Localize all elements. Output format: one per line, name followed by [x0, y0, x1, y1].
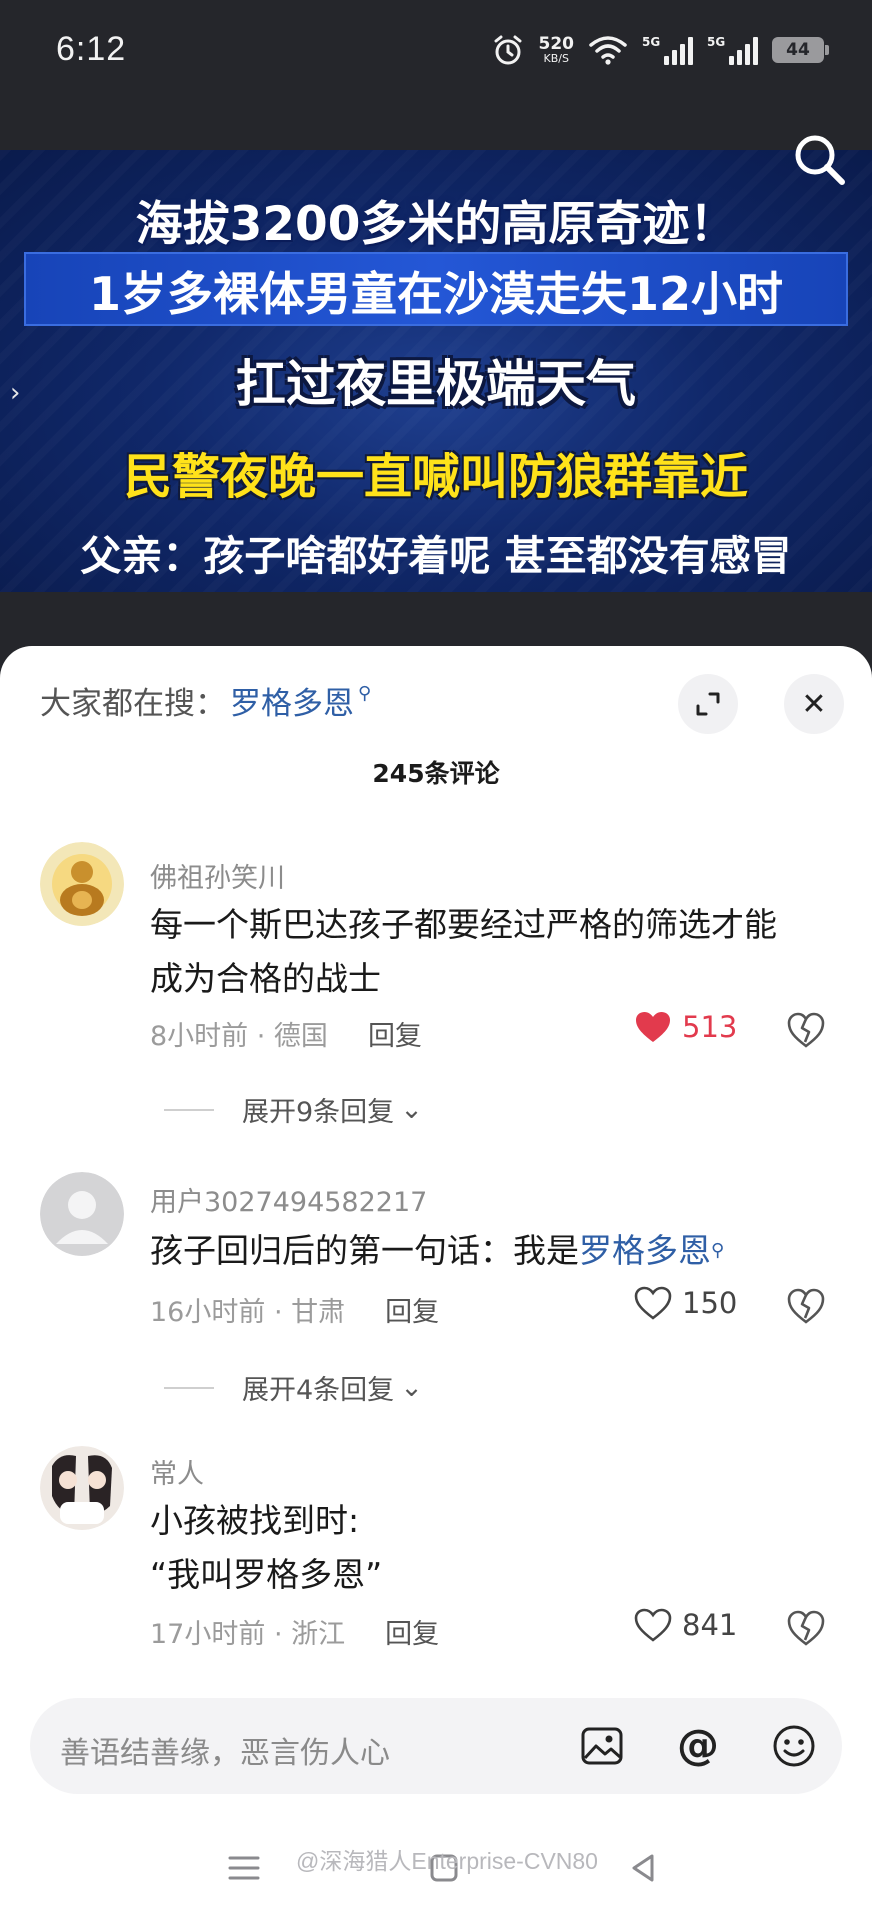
watermark: @深海猎人Enterprise-CVN80 [296, 1848, 598, 1874]
comment-input[interactable]: 善语结善缘，恶言伤人心 @ [30, 1698, 842, 1794]
avatar[interactable] [40, 842, 124, 926]
reply-button[interactable]: 回复 [385, 1290, 439, 1329]
username[interactable]: 佛祖孙笑川 [150, 856, 285, 895]
avatar[interactable] [40, 1446, 124, 1530]
expand-replies-button[interactable]: 展开9条回复 ⌄ [164, 1090, 423, 1129]
comment-text-line: 成为合格的战士 [150, 959, 381, 998]
username[interactable]: 常人 [150, 1452, 204, 1491]
comment-text-line: 小孩被找到时: [150, 1501, 360, 1540]
like-button[interactable]: 150 [634, 1286, 737, 1320]
small-search-icon: ⚲ [711, 1240, 725, 1261]
battery-icon: 44 [772, 37, 829, 63]
like-button[interactable]: 513 [634, 1010, 737, 1044]
heart-outline-icon [634, 1608, 672, 1642]
comment-meta: 17小时前 · 浙江 回复 [150, 1612, 439, 1651]
username[interactable]: 用户3027494582217 [150, 1180, 427, 1219]
heart-outline-icon [634, 1286, 672, 1320]
mention-icon[interactable]: @ [674, 1722, 722, 1770]
comment-text: 每一个斯巴达孩子都要经过严格的筛选才能 成为合格的战士 [150, 898, 840, 1006]
comment-keyword-link[interactable]: 罗格多恩 [579, 1231, 711, 1270]
like-count: 150 [682, 1286, 738, 1320]
video-headline-3: 扛过夜里极端天气 [236, 355, 636, 413]
video-headline-2: 1岁多裸体男童在沙漠走失12小时 [88, 267, 784, 321]
time-location: 8小时前 · 德国 [150, 1021, 328, 1052]
net-speed-unit: KB/S [543, 52, 569, 65]
like-count: 841 [682, 1608, 738, 1642]
expand-replies-button[interactable]: 展开4条回复 ⌄ [164, 1368, 423, 1407]
expand-button[interactable] [678, 674, 738, 734]
time-location: 17小时前 · 浙江 [150, 1619, 346, 1650]
status-icons: 520 KB/S 5G 5G 44 [491, 28, 829, 72]
signal-icon-sim1: 5G [642, 35, 693, 65]
comment-text: 孩子回归后的第一句话：我是罗格多恩⚲ [150, 1224, 840, 1278]
dislike-icon[interactable] [786, 1286, 826, 1326]
comment-meta: 16小时前 · 甘肃 回复 [150, 1290, 439, 1329]
close-button[interactable]: ✕ [784, 674, 844, 734]
comment-input-placeholder: 善语结善缘，恶言伤人心 [60, 1736, 390, 1771]
menu-icon[interactable] [224, 1848, 264, 1888]
time-location: 16小时前 · 甘肃 [150, 1297, 346, 1328]
heart-filled-icon [636, 1012, 670, 1042]
like-count: 513 [682, 1010, 738, 1044]
divider [164, 1108, 214, 1111]
expand-icon [696, 692, 720, 716]
status-bar: 6:12 520 KB/S 5G 5G 44 [0, 0, 872, 110]
comment-text-prefix: 孩子回归后的第一句话：我是 [150, 1231, 579, 1270]
sim1-label: 5G [642, 35, 661, 49]
trending-label: 大家都在搜： [40, 686, 226, 722]
back-arrow-icon[interactable]: › [10, 378, 40, 418]
expand-replies-label: 展开4条回复 [242, 1375, 395, 1406]
comment-text: 小孩被找到时: “我叫罗格多恩” [150, 1494, 840, 1602]
like-button[interactable]: 841 [634, 1608, 737, 1642]
search-icon[interactable] [788, 128, 852, 192]
dislike-icon[interactable] [786, 1608, 826, 1648]
reply-button[interactable]: 回复 [368, 1014, 422, 1053]
sim2-label: 5G [707, 35, 726, 49]
comment-text-line: 每一个斯巴达孩子都要经过严格的筛选才能 [150, 905, 777, 944]
emoji-icon[interactable] [770, 1722, 818, 1770]
trending-keyword[interactable]: 罗格多恩 [230, 678, 354, 723]
avatar[interactable] [40, 1172, 124, 1256]
signal-icon-sim2: 5G [707, 35, 758, 65]
wifi-icon [589, 36, 627, 65]
video-headline-1: 海拔3200多米的高原奇迹！ [135, 197, 737, 252]
trending-search[interactable]: 大家都在搜： 罗格多恩 ⚲ [40, 678, 371, 723]
image-icon[interactable] [578, 1722, 626, 1770]
expand-replies-label: 展开9条回复 [242, 1097, 395, 1128]
alarm-icon [494, 35, 521, 65]
dislike-icon[interactable] [786, 1010, 826, 1050]
comment-text-line: “我叫罗格多恩” [150, 1555, 383, 1594]
back-icon[interactable] [624, 1848, 664, 1888]
comment-meta: 8小时前 · 德国 回复 [150, 1014, 422, 1053]
reply-button[interactable]: 回复 [385, 1612, 439, 1651]
divider [164, 1386, 214, 1389]
small-search-icon: ⚲ [358, 683, 372, 704]
chevron-down-icon: ⌄ [400, 1372, 423, 1403]
video-headline-5: 父亲：孩子啥都好着呢 甚至都没有感冒 [80, 532, 792, 580]
status-time: 6:12 [56, 30, 127, 68]
net-speed-value: 520 [538, 34, 575, 54]
chevron-down-icon: ⌄ [400, 1094, 423, 1125]
net-speed: 520 KB/S [538, 34, 575, 65]
comment-count: 245条评论 [372, 759, 500, 788]
video-headline-4: 民警夜晚一直喊叫防狼群靠近 [123, 449, 748, 505]
